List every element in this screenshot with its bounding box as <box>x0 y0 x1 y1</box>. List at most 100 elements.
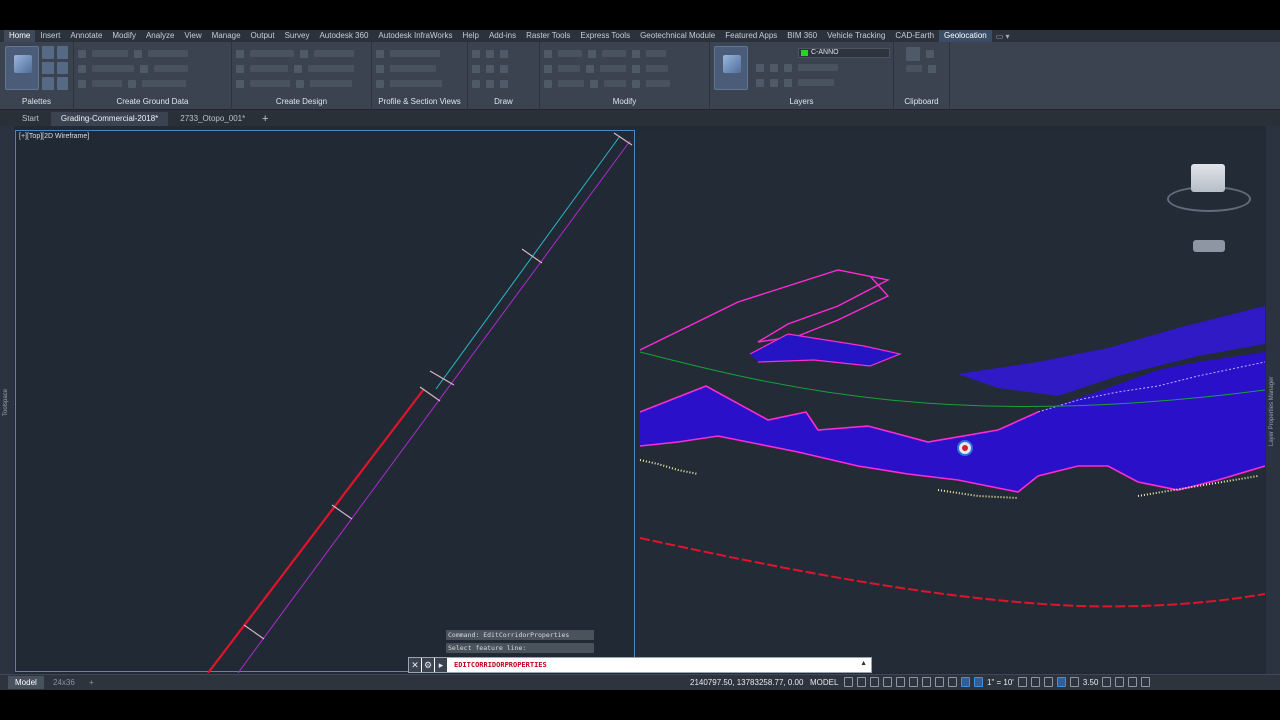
new-tab-button[interactable]: + <box>257 112 273 126</box>
tab-geotechnical-module[interactable]: Geotechnical Module <box>635 30 720 42</box>
clean-screen-icon[interactable] <box>1128 677 1138 687</box>
quick-properties-icon[interactable] <box>1056 677 1066 687</box>
annotation-visibility-icon[interactable] <box>961 677 970 687</box>
panel-title-draw[interactable]: Draw <box>468 96 539 108</box>
viewcube-icon[interactable] <box>1191 164 1225 192</box>
annotation-monitor-icon[interactable] <box>1030 677 1040 687</box>
command-input[interactable]: EDITCORRIDORPROPERTIES <box>454 661 547 669</box>
isodraft-icon[interactable] <box>896 677 905 687</box>
polar-icon[interactable] <box>883 677 892 687</box>
auto-scale-icon[interactable] <box>974 677 983 687</box>
tab-grading-commercial[interactable]: Grading-Commercial-2018* <box>50 112 169 126</box>
hardware-acceleration-icon[interactable] <box>1115 677 1125 687</box>
layer-manager-palette-strip[interactable]: Layer Properties Manager <box>1266 126 1280 674</box>
tab-autodesk-360[interactable]: Autodesk 360 <box>314 30 373 42</box>
customization-menu-icon[interactable] <box>1141 677 1151 687</box>
toolspace-icon <box>14 55 32 73</box>
tab-featured-apps[interactable]: Featured Apps <box>720 30 782 42</box>
add-layout-icon[interactable]: + <box>82 676 101 689</box>
object-snap-tracking-icon[interactable] <box>909 677 918 687</box>
command-history-toggle-icon[interactable]: ▲ <box>860 660 867 667</box>
panel-title-layers[interactable]: Layers <box>710 96 893 108</box>
panel-profile-section-views: Profile & Section Views <box>372 42 468 110</box>
tab-vehicle-tracking[interactable]: Vehicle Tracking <box>822 30 890 42</box>
tab-output[interactable]: Output <box>246 30 280 42</box>
panel-title-create-design[interactable]: Create Design <box>232 96 371 108</box>
tab-view[interactable]: View <box>179 30 206 42</box>
tab-home[interactable]: Home <box>4 30 36 42</box>
recent-commands-icon[interactable]: ▸ <box>435 658 447 672</box>
status-bar: Model 24x36 + 2140797.50, 13783258.77, 0… <box>0 674 1280 690</box>
panel-create-design: Create Design <box>232 42 372 110</box>
tab-geolocation[interactable]: Geolocation <box>939 30 992 42</box>
panel-modify: Modify <box>540 42 710 110</box>
parking-island <box>639 269 891 351</box>
tab-cad-earth[interactable]: CAD-Earth <box>890 30 939 42</box>
toolspace-label: Toolspace <box>3 388 9 416</box>
tab-express-tools[interactable]: Express Tools <box>575 30 635 42</box>
panel-title-palettes[interactable]: Palettes <box>0 96 73 108</box>
navigation-bar-icon[interactable] <box>1193 240 1225 252</box>
viewcube[interactable] <box>1165 160 1255 255</box>
object-snap-icon[interactable] <box>922 677 931 687</box>
tab-manage[interactable]: Manage <box>207 30 246 42</box>
elevation-value[interactable]: 3.50 <box>1083 678 1099 687</box>
tab-autodesk-infraworks[interactable]: Autodesk InfraWorks <box>373 30 457 42</box>
layer-manager-label: Layer Properties Manager <box>1269 376 1275 446</box>
plan-view-drawing <box>207 132 633 673</box>
ribbon-tab-bar: Home Insert Annotate Modify Analyze View… <box>0 30 1280 42</box>
customize-icon[interactable]: ⚙ <box>422 658 434 672</box>
frequency-tick <box>419 386 441 402</box>
command-history: Command: EditCorridorProperties Select f… <box>446 630 594 656</box>
transparency-icon[interactable] <box>948 677 957 687</box>
tab-modify[interactable]: Modify <box>107 30 141 42</box>
command-line[interactable]: ✕ ⚙ ▸ EDITCORRIDORPROPERTIES ▲ <box>408 657 872 673</box>
panel-title-create-ground-data[interactable]: Create Ground Data <box>74 96 231 108</box>
units-icon[interactable] <box>1043 677 1053 687</box>
tab-topo[interactable]: 2733_Otopo_001* <box>170 112 255 126</box>
panel-palettes: Palettes <box>0 42 74 110</box>
toolspace-palette-strip[interactable]: Toolspace <box>0 126 14 674</box>
offset-line <box>237 140 631 673</box>
viewport-top-2d[interactable]: [+][Top][2D Wireframe] <box>15 130 635 673</box>
ortho-icon[interactable] <box>870 677 879 687</box>
toolspace-button[interactable] <box>5 46 39 90</box>
lineweight-icon[interactable] <box>935 677 944 687</box>
command-history-line: Select feature line: <box>446 643 594 653</box>
frequency-tick <box>521 248 543 264</box>
status-toggles: 1" = 10' 3.50 <box>844 677 1151 687</box>
tab-bim-360[interactable]: BIM 360 <box>782 30 822 42</box>
grid-icon[interactable] <box>844 677 853 687</box>
model-space-toggle[interactable]: MODEL <box>810 678 838 687</box>
snap-icon[interactable] <box>857 677 866 687</box>
tab-insert[interactable]: Insert <box>35 30 65 42</box>
ribbon-panels: Palettes Create Ground Data Create Desig… <box>0 42 1280 110</box>
tab-start[interactable]: Start <box>12 112 49 126</box>
building-pad <box>749 333 903 367</box>
panel-title-profile-section-views[interactable]: Profile & Section Views <box>372 96 467 108</box>
annotation-scale[interactable]: 1" = 10' <box>987 678 1014 687</box>
tab-annotate[interactable]: Annotate <box>65 30 107 42</box>
tab-survey[interactable]: Survey <box>280 30 315 42</box>
isolate-objects-icon[interactable] <box>1102 677 1112 687</box>
tab-add-ins[interactable]: Add-ins <box>484 30 521 42</box>
tab-help[interactable]: Help <box>458 30 484 42</box>
document-tab-bar: Start Grading-Commercial-2018* 2733_Otop… <box>0 110 1280 126</box>
tab-analyze[interactable]: Analyze <box>141 30 179 42</box>
layer-properties-button[interactable] <box>714 46 748 90</box>
frequency-tick <box>613 132 633 146</box>
workspace-gear-icon[interactable] <box>1017 677 1027 687</box>
coordinate-readout[interactable]: 2140797.50, 13783258.77, 0.00 <box>690 678 803 687</box>
tab-model[interactable]: Model <box>8 676 44 689</box>
lock-ui-icon[interactable] <box>1069 677 1079 687</box>
close-icon[interactable]: ✕ <box>409 658 421 672</box>
panel-title-modify[interactable]: Modify <box>540 96 709 108</box>
current-layer-dropdown[interactable]: C-ANNO <box>798 48 890 58</box>
palette-buttons[interactable] <box>42 46 68 90</box>
corridor-surface <box>640 352 1265 492</box>
alignment-cyan-segment <box>435 135 621 390</box>
tab-raster-tools[interactable]: Raster Tools <box>521 30 575 42</box>
ribbon-options-icon[interactable]: ▭ ▾ <box>992 32 1014 41</box>
panel-title-clipboard[interactable]: Clipboard <box>894 96 949 108</box>
tab-layout-24x36[interactable]: 24x36 <box>46 676 82 689</box>
